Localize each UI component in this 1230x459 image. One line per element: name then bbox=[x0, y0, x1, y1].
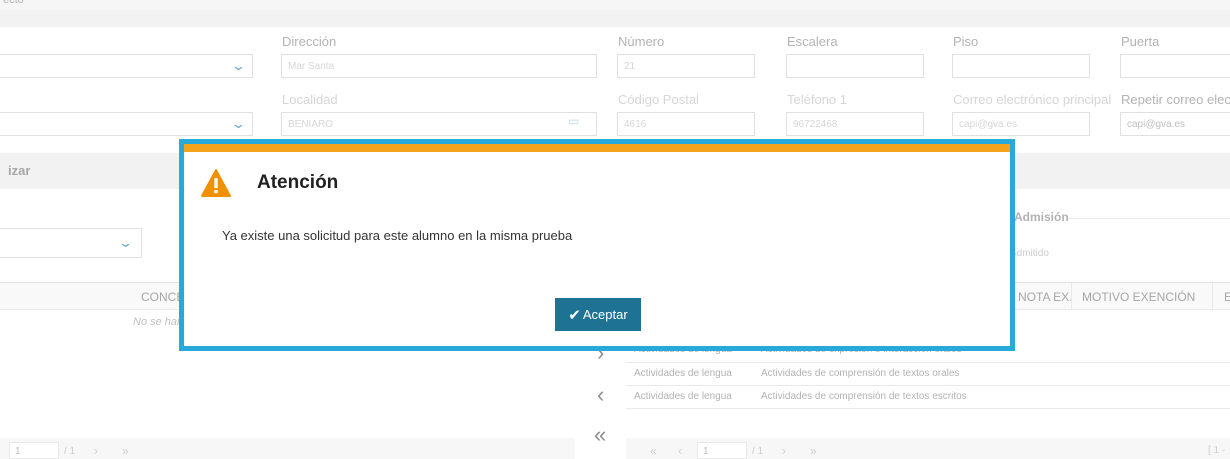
accept-button[interactable]: ✔ Aceptar bbox=[555, 298, 641, 331]
dialog-title: Atención bbox=[257, 172, 339, 193]
accept-label: Aceptar bbox=[582, 307, 628, 322]
dialog-accent-bar bbox=[184, 144, 1010, 152]
warning-icon bbox=[201, 169, 231, 197]
alert-dialog: Atención Ya existe una solicitud para es… bbox=[179, 139, 1015, 351]
dialog-message: Ya existe una solicitud para este alumno… bbox=[222, 228, 573, 243]
checkmark-icon: ✔ bbox=[568, 306, 581, 324]
